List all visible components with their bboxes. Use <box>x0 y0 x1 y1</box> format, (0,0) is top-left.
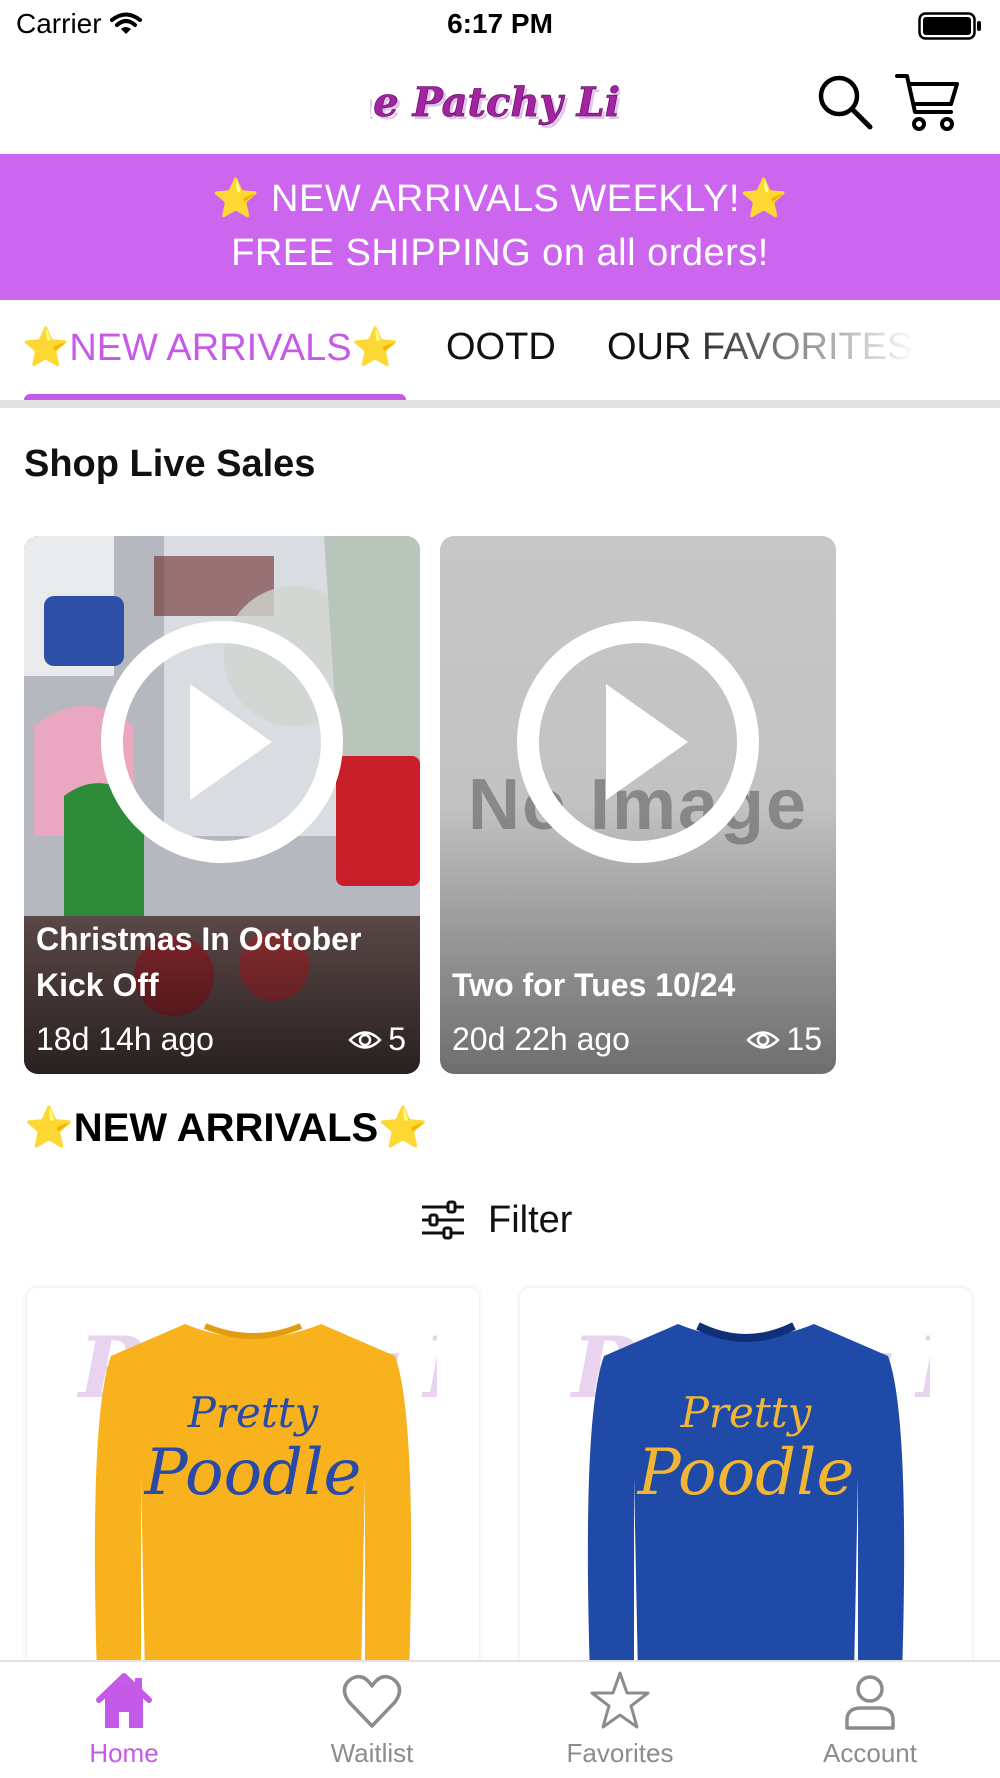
brand-logo[interactable]: The Patchy Lion The Patchy Lion <box>370 58 620 148</box>
live-sale-card[interactable]: Christmas In October Kick Off 18d 14h ag… <box>24 536 420 1074</box>
search-icon[interactable] <box>815 72 875 132</box>
filter-sliders-icon <box>422 1200 464 1240</box>
live-sale-title: Two for Tues 10/24 <box>452 967 736 1003</box>
nav-label-waitlist: Waitlist <box>330 1738 414 1768</box>
views-count: 5 <box>388 1021 406 1057</box>
nav-account[interactable]: Account <box>770 1670 970 1769</box>
nav-label-home: Home <box>89 1738 159 1768</box>
tabs-fade-overlay <box>670 300 1000 400</box>
promo-banner[interactable]: ⭐ NEW ARRIVALS WEEKLY!⭐ FREE SHIPPING on… <box>0 154 1000 300</box>
app-header: The Patchy Lion The Patchy Lion <box>0 50 1000 154</box>
eye-icon <box>746 1030 781 1049</box>
promo-line-free-shipping: FREE SHIPPING on all orders! <box>231 232 769 274</box>
bottom-nav: Home Waitlist Favorites Account <box>0 1660 1000 1778</box>
nav-home[interactable]: Home <box>24 1670 224 1769</box>
nav-label-account: Account <box>823 1738 917 1768</box>
home-icon <box>96 1673 152 1728</box>
views-count: 15 <box>786 1021 822 1057</box>
star-icon <box>590 1671 650 1729</box>
battery-icon <box>918 12 981 40</box>
category-tabs: ⭐NEW ARRIVALS⭐ OOTD OUR FAVORITES F <box>0 300 1000 408</box>
live-sale-views: 5 <box>348 1021 406 1058</box>
account-icon <box>845 1675 895 1730</box>
promo-line-new-arrivals: ⭐ NEW ARRIVALS WEEKLY!⭐ <box>212 178 788 220</box>
heart-icon <box>342 1674 402 1728</box>
live-sale-title: Christmas In October Kick Off <box>36 921 362 1003</box>
tab-new-arrivals[interactable]: ⭐NEW ARRIVALS⭐ <box>22 326 399 370</box>
new-arrivals-title: ⭐NEW ARRIVALS⭐ <box>24 1106 429 1150</box>
live-sale-time: 20d 22h ago <box>452 1021 630 1057</box>
product-card[interactable]: The Patchy Lion Pretty Poodle <box>27 1288 479 1668</box>
product-print-line1: Pretty <box>680 1388 812 1437</box>
cart-icon[interactable] <box>895 70 961 134</box>
active-tab-indicator <box>24 394 406 400</box>
nav-favorites[interactable]: Favorites <box>520 1670 720 1769</box>
play-icon[interactable] <box>516 620 760 864</box>
live-sale-views: 15 <box>746 1021 822 1058</box>
live-sale-time: 18d 14h ago <box>36 1021 214 1057</box>
product-print-line2: Poodle <box>144 1436 362 1510</box>
nav-waitlist[interactable]: Waitlist <box>272 1670 472 1769</box>
tab-ootd[interactable]: OOTD <box>446 326 556 369</box>
filter-button[interactable]: Filter <box>420 1195 572 1245</box>
product-print-line1: Pretty <box>187 1388 319 1437</box>
nav-label-favorites: Favorites <box>566 1738 674 1768</box>
status-bar: Carrier 6:17 PM <box>0 0 1000 50</box>
live-sales-title: Shop Live Sales <box>24 443 316 485</box>
filter-label: Filter <box>488 1198 573 1241</box>
svg-text:The Patchy Lion: The Patchy Lion <box>370 79 620 126</box>
live-sale-card[interactable]: No Image Two for Tues 10/24 20d 22h ago … <box>440 536 836 1074</box>
eye-icon <box>348 1030 382 1049</box>
play-icon[interactable] <box>100 620 344 864</box>
product-card[interactable]: The Patchy Lion Pretty Poodle <box>520 1288 972 1668</box>
product-print-line2: Poodle <box>637 1436 855 1510</box>
status-time: 6:17 PM <box>447 8 553 39</box>
